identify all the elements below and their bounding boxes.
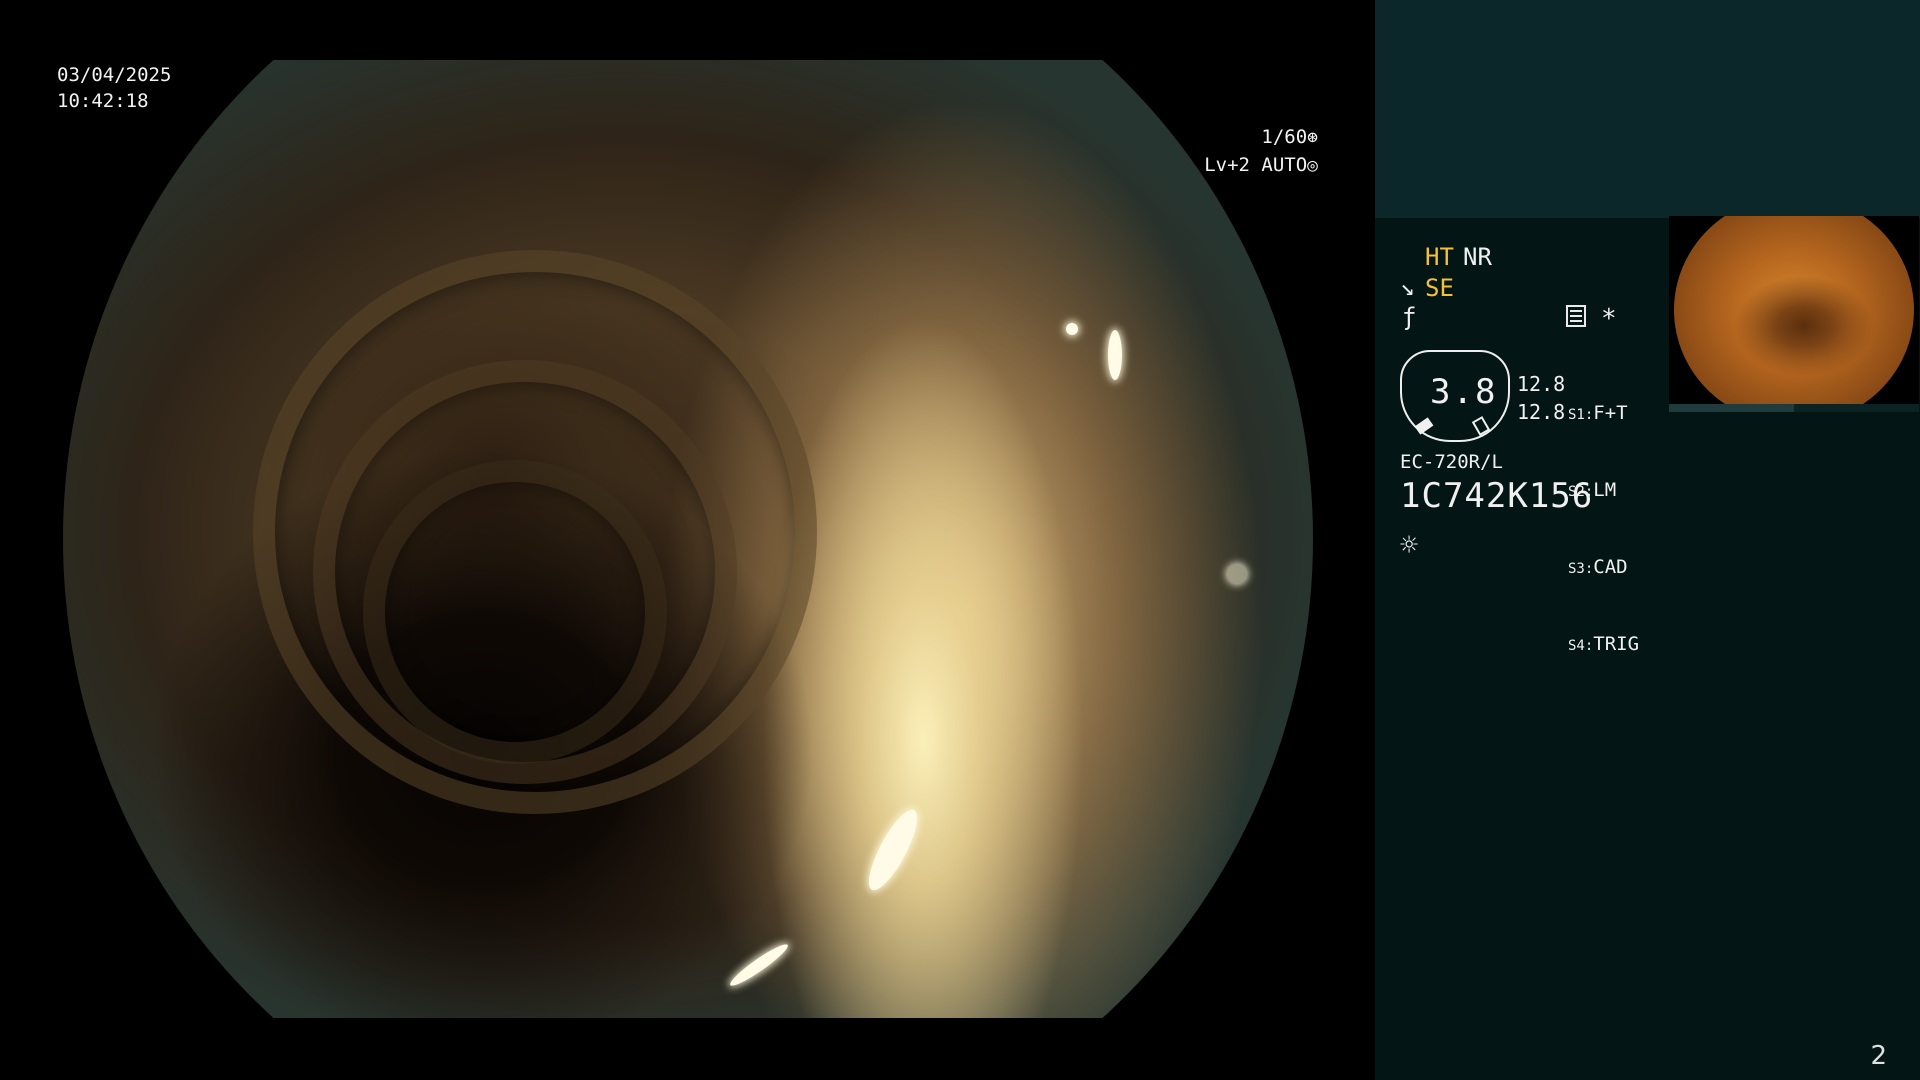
brightness-icon: ☼ — [1400, 528, 1419, 563]
gauge-value: 3.8 — [1430, 372, 1498, 412]
info-panel: HT NR ↘ SE ƒ * 3.8 12.8 12.8 S1:F+T S2:L… — [1375, 0, 1920, 1080]
thumbnail-bar — [1669, 404, 1794, 412]
light-reflection — [1066, 323, 1078, 335]
reading-value-1: 12.8 — [1517, 372, 1566, 396]
exposure-level: Lv+2 AUTO◎ — [1158, 126, 1318, 205]
se-indicator: SE — [1425, 274, 1454, 302]
ht-indicator: HT — [1425, 243, 1454, 271]
light-reflection — [860, 804, 926, 896]
thumbnail-image[interactable] — [1669, 216, 1919, 404]
date-display: 03/04/2025 — [57, 64, 172, 86]
time-display: 10:42:18 — [57, 90, 149, 112]
switch-item: S3:CAD — [1568, 556, 1628, 578]
waveform-icon: ƒ — [1402, 303, 1417, 331]
nr-indicator: NR — [1463, 243, 1492, 271]
endoscopy-display: 03/04/2025 10:42:18 1/60⊛ Lv+2 AUTO◎ HT … — [0, 0, 1920, 1080]
switch-item: S4:TRIG — [1568, 633, 1640, 655]
thumbnail-preview — [1674, 216, 1914, 404]
enhancement-icon: ↘ — [1400, 273, 1415, 301]
endoscope-image — [63, 60, 1313, 1018]
document-icon — [1566, 305, 1586, 327]
scope-model: EC-720R/L — [1400, 451, 1503, 473]
reading-value-2: 12.8 — [1517, 400, 1566, 424]
mucosal-fold — [363, 460, 667, 764]
exposure-level-value: Lv+2 AUTO — [1204, 154, 1308, 176]
switch-assignments: S1:F+T S2:LM S3:CAD S4:TRIG — [1568, 351, 1639, 709]
scope-serial: 1C742K156 — [1400, 476, 1594, 516]
info-panel-header — [1375, 0, 1920, 218]
light-reflection — [726, 940, 792, 990]
light-reflection — [1108, 330, 1122, 380]
star-indicator: * — [1601, 304, 1617, 334]
thumbnail-bar-secondary — [1794, 404, 1919, 412]
page-number: 2 — [1870, 1041, 1887, 1071]
light-reflection — [1228, 565, 1246, 583]
iris-icon: ◎ — [1307, 155, 1318, 176]
switch-item: S1:F+T — [1568, 402, 1628, 424]
